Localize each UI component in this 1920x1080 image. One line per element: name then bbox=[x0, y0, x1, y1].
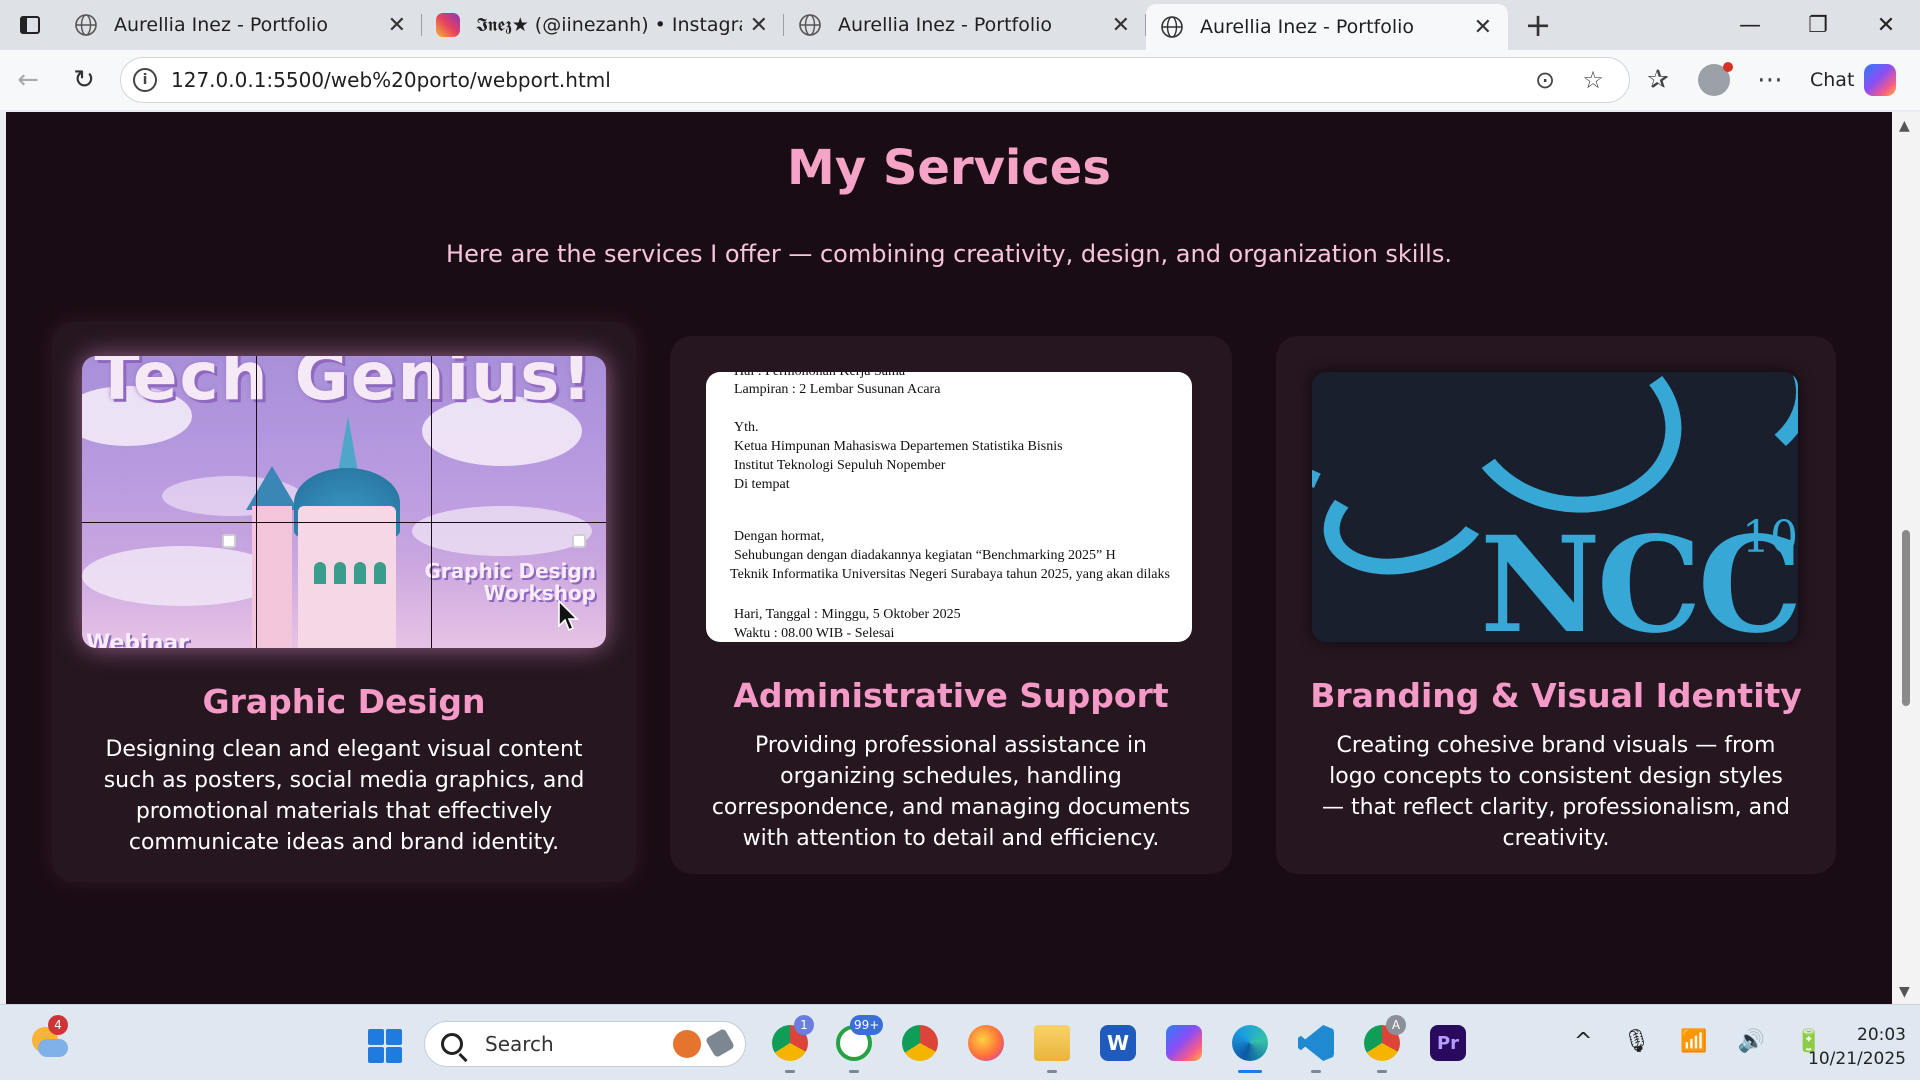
favorite-star-icon[interactable]: ☆ bbox=[1569, 66, 1617, 94]
reading-mode-icon[interactable]: ⊙ bbox=[1521, 66, 1569, 94]
poster-subtitle: Graphic Design Workshop bbox=[424, 559, 596, 605]
close-icon[interactable]: ✕ bbox=[1112, 13, 1130, 38]
close-icon[interactable]: ✕ bbox=[1474, 15, 1492, 40]
scroll-up-icon[interactable]: ▲ bbox=[1899, 118, 1910, 134]
clock-time: 20:03 bbox=[1857, 1025, 1906, 1045]
crop-handle[interactable] bbox=[222, 534, 236, 548]
close-window-icon[interactable]: ✕ bbox=[1852, 0, 1920, 50]
chrome-icon[interactable]: 1 bbox=[766, 1015, 814, 1073]
weather-icon[interactable]: 4 bbox=[28, 1015, 68, 1063]
weather-badge: 4 bbox=[48, 1015, 68, 1035]
card-description: Providing professional assistance in org… bbox=[711, 733, 1191, 851]
tab-title: Aurellia Inez - Portfolio bbox=[1200, 16, 1415, 38]
profile-badge: A bbox=[1386, 1015, 1406, 1035]
service-card-branding[interactable]: NCC 10 Branding & Visual Identity Creati… bbox=[1276, 336, 1836, 874]
clock-date: 10/21/2025 bbox=[1808, 1049, 1906, 1069]
card-description: Designing clean and elegant visual conte… bbox=[103, 737, 585, 855]
taskbar-search[interactable]: Search bbox=[424, 1021, 746, 1067]
page-scrollbar[interactable]: ▲ ▼ bbox=[1892, 112, 1920, 1004]
tab-title: Aurellia Inez - Portfolio bbox=[838, 14, 1053, 36]
graphic-design-poster-image: Tech Genius! Graphic Design Workshop Web… bbox=[82, 356, 606, 648]
tab-title: 𝕴𝖓𝖊𝖟★ (@iinezanh) • Instagram p bbox=[476, 14, 742, 36]
url-text[interactable]: 127.0.0.1:5500/web%20porto/webport.html bbox=[171, 68, 1521, 92]
show-hidden-icons-icon[interactable]: ^ bbox=[1574, 1029, 1592, 1054]
whatsapp-icon[interactable]: 99+ bbox=[830, 1015, 884, 1073]
volume-icon[interactable]: 🔊 bbox=[1738, 1029, 1765, 1054]
wifi-icon[interactable]: 📶 bbox=[1680, 1029, 1707, 1054]
close-icon[interactable]: ✕ bbox=[388, 13, 406, 38]
tab-actions-icon[interactable] bbox=[0, 0, 60, 50]
ncc-logo-image: NCC 10 bbox=[1312, 372, 1798, 642]
more-menu-icon[interactable]: ⋯ bbox=[1742, 65, 1798, 95]
tab-title: Aurellia Inez - Portfolio bbox=[114, 14, 329, 36]
whistle-icon bbox=[704, 1027, 736, 1059]
close-icon[interactable]: ✕ bbox=[750, 13, 768, 38]
card-title: Branding & Visual Identity bbox=[1310, 676, 1802, 715]
new-tab-button[interactable]: + bbox=[1508, 6, 1568, 44]
window-controls: — ❐ ✕ bbox=[1716, 0, 1920, 50]
chat-button[interactable]: Chat bbox=[1810, 64, 1897, 96]
firefox-icon[interactable] bbox=[962, 1019, 1010, 1067]
restore-icon[interactable]: ❐ bbox=[1784, 0, 1852, 50]
chrome-profile-icon[interactable]: A bbox=[1358, 1015, 1406, 1073]
file-explorer-icon[interactable] bbox=[1028, 1019, 1076, 1073]
minimize-icon[interactable]: — bbox=[1716, 0, 1784, 50]
vscode-icon[interactable] bbox=[1292, 1019, 1340, 1073]
card-title: Graphic Design bbox=[202, 682, 486, 721]
instagram-icon bbox=[436, 13, 460, 37]
basketball-icon bbox=[673, 1030, 701, 1058]
whatsapp-badge: 99+ bbox=[850, 1015, 884, 1035]
mouse-pointer-icon bbox=[558, 600, 579, 632]
letter-document-image: Hal : Permohonan Kerja Sama Lampiran : 2… bbox=[706, 372, 1192, 642]
address-bar[interactable]: i 127.0.0.1:5500/web%20porto/webport.htm… bbox=[120, 57, 1630, 103]
service-card-administrative-support[interactable]: Hal : Permohonan Kerja Sama Lampiran : 2… bbox=[670, 336, 1232, 874]
scroll-down-icon[interactable]: ▼ bbox=[1899, 984, 1910, 1000]
back-icon[interactable]: ← bbox=[0, 50, 56, 110]
tab-bar: Aurellia Inez - Portfolio ✕ 𝕴𝖓𝖊𝖟★ (@iine… bbox=[0, 0, 1920, 50]
logo-superscript: 10 bbox=[1742, 512, 1798, 563]
chrome-icon[interactable] bbox=[896, 1019, 944, 1067]
service-card-graphic-design[interactable]: Tech Genius! Graphic Design Workshop Web… bbox=[52, 322, 636, 882]
premiere-icon[interactable]: Pr bbox=[1424, 1019, 1472, 1067]
copilot-icon bbox=[1864, 64, 1897, 96]
browser-tab-2[interactable]: 𝕴𝖓𝖊𝖟★ (@iinezanh) • Instagram p ✕ bbox=[422, 0, 784, 50]
poster-corner-text: Webinar bbox=[86, 631, 190, 648]
site-info-icon[interactable]: i bbox=[133, 68, 157, 92]
taskbar: 4 Search 1 99+ W A Pr ^ 🎙 📶 🔊 🔋 20:03 10… bbox=[0, 1004, 1920, 1080]
browser-tab-3[interactable]: Aurellia Inez - Portfolio ✕ bbox=[784, 0, 1146, 50]
page-viewport: My Services Here are the services I offe… bbox=[6, 112, 1892, 1004]
section-title: My Services bbox=[787, 140, 1111, 196]
microphone-icon[interactable]: 🎙 bbox=[1622, 1029, 1650, 1054]
card-description: Creating cohesive brand visuals — from l… bbox=[1321, 733, 1791, 851]
card-title: Administrative Support bbox=[733, 676, 1169, 715]
globe-icon bbox=[75, 14, 97, 36]
address-bar-row: ← ↻ i 127.0.0.1:5500/web%20porto/webport… bbox=[0, 50, 1920, 110]
favorites-icon[interactable]: ✰ bbox=[1630, 65, 1686, 95]
clock[interactable]: 20:03 10/21/2025 bbox=[1786, 1023, 1906, 1071]
windows-start-icon[interactable] bbox=[368, 1029, 402, 1063]
search-icon bbox=[441, 1033, 463, 1055]
edge-icon[interactable] bbox=[1226, 1019, 1274, 1073]
chat-label: Chat bbox=[1810, 69, 1855, 91]
browser-tab-active[interactable]: Aurellia Inez - Portfolio ✕ bbox=[1146, 4, 1508, 50]
globe-icon bbox=[799, 14, 821, 36]
browser-tab-1[interactable]: Aurellia Inez - Portfolio ✕ bbox=[60, 0, 422, 50]
profile-avatar-icon[interactable] bbox=[1698, 62, 1733, 96]
search-label: Search bbox=[485, 1032, 554, 1056]
word-icon[interactable]: W bbox=[1094, 1019, 1142, 1067]
section-subtitle: Here are the services I offer — combinin… bbox=[446, 240, 1452, 268]
poster-title: Tech Genius! bbox=[94, 356, 594, 415]
reload-icon[interactable]: ↻ bbox=[56, 50, 112, 110]
crop-handle[interactable] bbox=[572, 534, 586, 548]
chrome-badge: 1 bbox=[794, 1015, 814, 1035]
globe-icon bbox=[1161, 16, 1183, 38]
scrollbar-thumb[interactable] bbox=[1902, 530, 1910, 706]
copilot-icon[interactable] bbox=[1160, 1019, 1208, 1067]
